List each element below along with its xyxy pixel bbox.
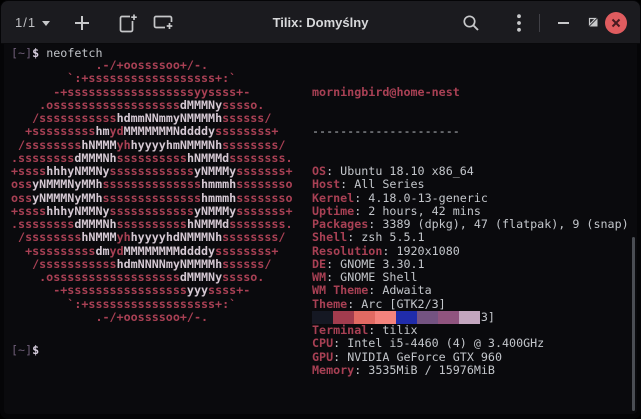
palette-swatch xyxy=(417,311,438,324)
restore-icon xyxy=(588,17,599,28)
tilix-window: 1/1 Tilix: Domyślny xyxy=(0,0,641,419)
neofetch-info-row: Packages: 3389 (dpkg), 47 (flatpak), 9 (… xyxy=(312,218,629,231)
close-button[interactable] xyxy=(605,12,627,34)
neofetch-ascii-logo: .-/+oossssoo+/-. `:+ssssssssssssssssss+:… xyxy=(11,59,293,324)
session-indicator-dropdown[interactable]: 1/1 xyxy=(11,1,54,44)
terminal-pane[interactable]: [~]$ neofetch .-/+oossssoo+/-. `:+ssssss… xyxy=(4,44,637,414)
session-indicator-label: 1/1 xyxy=(15,15,36,30)
restore-button[interactable] xyxy=(578,1,608,44)
palette-swatch xyxy=(312,311,333,324)
palette-swatch xyxy=(375,311,396,324)
shell-prompt-line-2: [~]$ xyxy=(11,344,39,357)
palette-swatch xyxy=(459,311,480,324)
window-title: Tilix: Domyślny xyxy=(191,1,451,44)
split-terminal-right-button[interactable] xyxy=(113,1,143,44)
neofetch-color-palette xyxy=(312,311,480,324)
prompt-path: [~] xyxy=(11,343,32,357)
neofetch-info-row: Kernel: 4.18.0-13-generic xyxy=(312,192,629,205)
palette-swatch xyxy=(333,311,354,324)
neofetch-info-row: Shell: zsh 5.5.1 xyxy=(312,231,629,244)
neofetch-info-row: WM: GNOME Shell xyxy=(312,271,629,284)
scrollbar-thumb[interactable] xyxy=(632,237,635,411)
kebab-menu-icon xyxy=(517,14,521,32)
menu-button[interactable] xyxy=(504,1,534,44)
minimize-icon xyxy=(558,22,569,24)
palette-swatch xyxy=(354,311,375,324)
search-icon xyxy=(462,14,480,32)
neofetch-separator: --------------------- xyxy=(312,124,460,138)
titlebar-separator xyxy=(539,14,540,32)
plus-icon xyxy=(75,16,89,30)
neofetch-info-row: WM Theme: Adwaita xyxy=(312,284,629,297)
neofetch-userhost: morningbird@home-nest xyxy=(312,85,460,99)
split-down-icon xyxy=(153,14,175,32)
split-right-icon xyxy=(119,13,138,33)
neofetch-info-row: OS: Ubuntu 18.10 x86_64 xyxy=(312,165,629,178)
neofetch-info-row: Host: All Series xyxy=(312,178,629,191)
minimize-button[interactable] xyxy=(548,1,578,44)
neofetch-info-row: DE: GNOME 3.30.1 xyxy=(312,258,629,271)
neofetch-info-row: Memory: 3535MiB / 15976MiB xyxy=(312,364,629,377)
neofetch-info-row: Theme: Arc [GTK2/3] xyxy=(312,298,629,311)
neofetch-info-row: Uptime: 2 hours, 42 mins xyxy=(312,205,629,218)
neofetch-info-row: GPU: NVIDIA GeForce GTX 960 xyxy=(312,351,629,364)
chevron-down-icon xyxy=(42,21,50,26)
neofetch-info-row: CPU: Intel i5-4460 (4) @ 3.400GHz xyxy=(312,337,629,350)
close-icon xyxy=(611,18,621,28)
neofetch-info-column: morningbird@home-nest ------------------… xyxy=(312,59,629,377)
split-terminal-down-button[interactable] xyxy=(149,1,179,44)
neofetch-info-row: Terminal: tilix xyxy=(312,324,629,337)
titlebar: 1/1 Tilix: Domyślny xyxy=(1,1,640,44)
prompt-symbol: $ xyxy=(32,343,39,357)
search-button[interactable] xyxy=(456,1,486,44)
neofetch-info-row: Resolution: 1920x1080 xyxy=(312,245,629,258)
palette-swatch xyxy=(396,311,417,324)
palette-swatch xyxy=(438,311,459,324)
add-session-button[interactable] xyxy=(67,1,97,44)
